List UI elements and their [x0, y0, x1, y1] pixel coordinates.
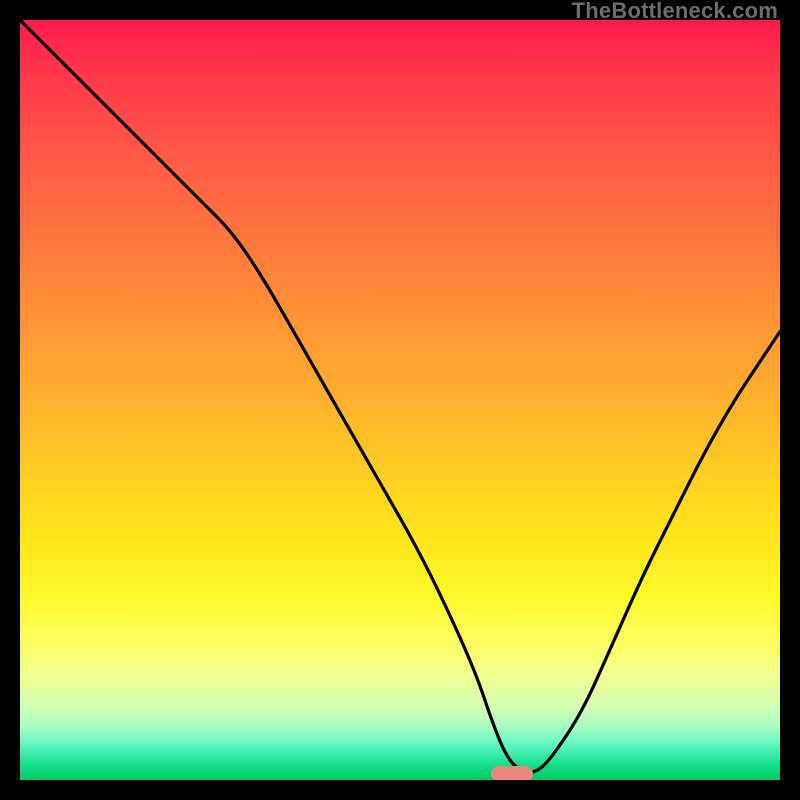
- watermark-text: TheBottleneck.com: [572, 0, 778, 24]
- plot-area: [20, 20, 780, 780]
- chart-frame: TheBottleneck.com: [0, 0, 800, 800]
- optimal-point-marker: [491, 766, 533, 780]
- bottleneck-curve: [20, 20, 780, 780]
